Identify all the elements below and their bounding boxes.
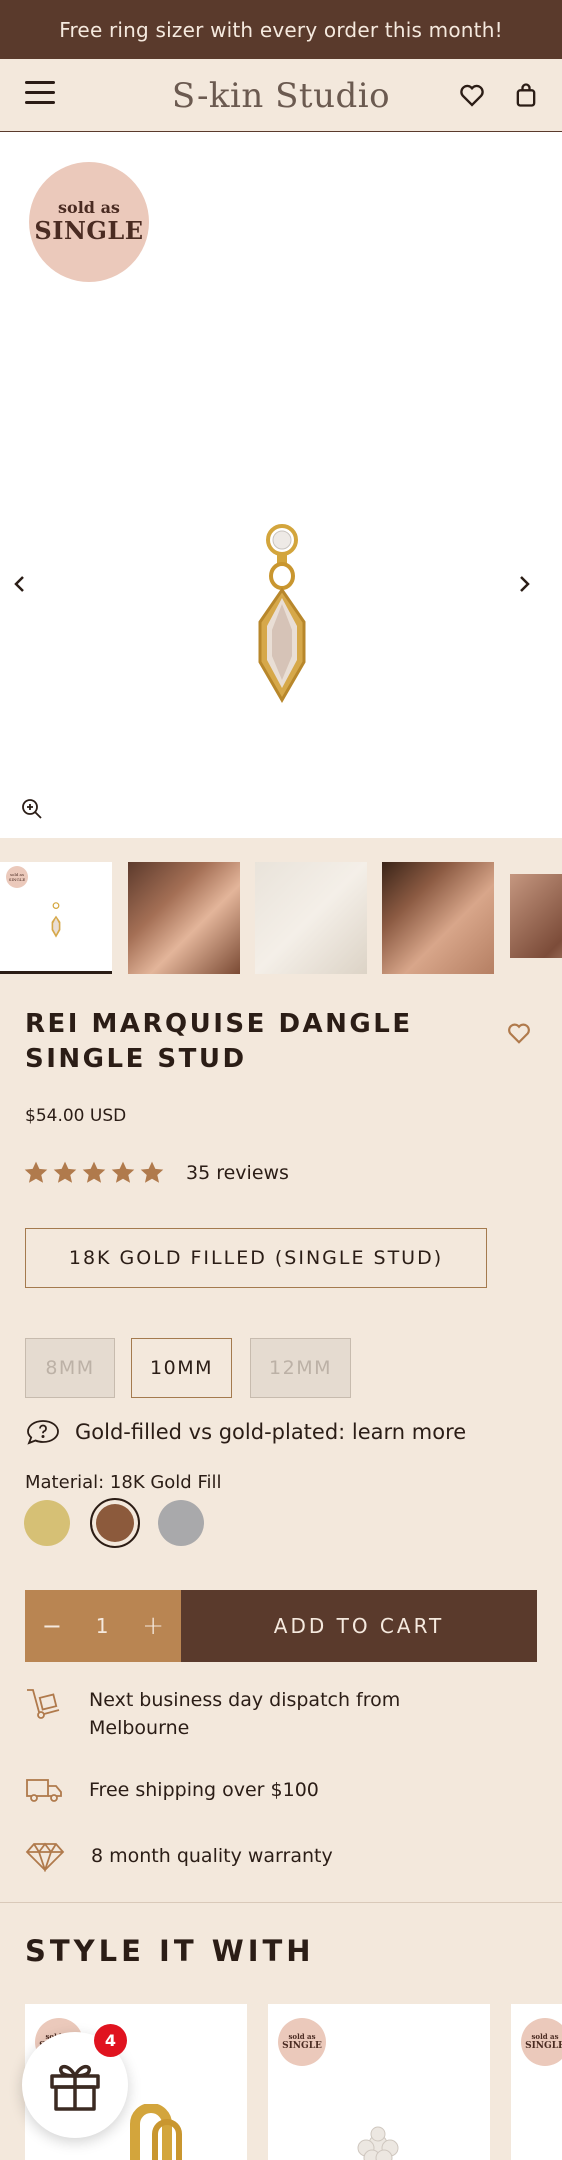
thumbnail-3[interactable] bbox=[255, 862, 367, 974]
rating-summary[interactable]: 35 reviews bbox=[23, 1160, 289, 1186]
thumb-badge: sold as SINGLE bbox=[6, 866, 28, 888]
quantity-increase-button[interactable]: + bbox=[142, 1611, 164, 1641]
thumbnail-1[interactable]: sold as SINGLE bbox=[0, 862, 112, 974]
star-icon bbox=[111, 1161, 135, 1183]
learn-more-text: Gold-filled vs gold-plated: learn more bbox=[75, 1420, 467, 1444]
recommended-product-card[interactable]: sold as SINGLE bbox=[268, 2004, 490, 2160]
bag-icon[interactable] bbox=[512, 81, 540, 109]
material-label: Material: 18K Gold Fill bbox=[25, 1472, 222, 1493]
badge-line-2: SINGLE bbox=[282, 2040, 322, 2051]
perk-dispatch-text: Next business day dispatch from Melbourn… bbox=[89, 1689, 401, 1739]
star-rating bbox=[23, 1160, 168, 1186]
star-icon bbox=[53, 1161, 77, 1183]
star-icon bbox=[24, 1161, 48, 1183]
swatch-silver[interactable] bbox=[158, 1500, 204, 1546]
sold-as-single-badge: sold as SINGLE bbox=[278, 2018, 326, 2066]
dolly-icon bbox=[27, 1689, 60, 1719]
sold-as-single-badge: sold as SINGLE bbox=[521, 2018, 562, 2066]
perk-warranty-text: 8 month quality warranty bbox=[91, 1845, 333, 1867]
chevron-left-icon[interactable] bbox=[8, 572, 32, 596]
site-header: S-kin Studio bbox=[0, 59, 562, 132]
style-it-with-heading: STYLE IT WITH bbox=[25, 1934, 315, 1968]
quantity-value[interactable]: 1 bbox=[96, 1614, 109, 1638]
thumbnail-2[interactable] bbox=[128, 862, 240, 974]
size-option-12mm[interactable]: 12MM bbox=[250, 1338, 351, 1398]
perk-shipping: Free shipping over $100 bbox=[25, 1776, 469, 1804]
product-price: $54.00 USD bbox=[25, 1106, 127, 1126]
perk-warranty: 8 month quality warranty bbox=[25, 1842, 471, 1872]
chevron-right-icon[interactable] bbox=[512, 572, 536, 596]
product-image bbox=[258, 524, 306, 703]
thumbnail-4[interactable] bbox=[382, 862, 494, 974]
thumbnail-strip: sold as SINGLE bbox=[0, 838, 562, 974]
heart-icon[interactable] bbox=[458, 81, 486, 109]
star-icon bbox=[82, 1161, 106, 1183]
announcement-bar: Free ring sizer with every order this mo… bbox=[0, 0, 562, 59]
badge-line-2: SINGLE bbox=[34, 216, 144, 245]
learn-more-link[interactable]: Gold-filled vs gold-plated: learn more bbox=[25, 1418, 466, 1446]
thumbnail-5[interactable] bbox=[510, 874, 562, 958]
section-divider bbox=[0, 1902, 562, 1903]
variant-option-selected[interactable]: 18K GOLD FILLED (SINGLE STUD) bbox=[25, 1228, 487, 1288]
announcement-text: Free ring sizer with every order this mo… bbox=[59, 17, 503, 42]
perk-dispatch: Next business day dispatch from Melbourn… bbox=[25, 1686, 469, 1742]
size-option-10mm[interactable]: 10MM bbox=[131, 1338, 232, 1398]
zoom-in-icon[interactable] bbox=[20, 797, 44, 821]
size-option-8mm[interactable]: 8MM bbox=[25, 1338, 115, 1398]
badge-line-1: sold as bbox=[288, 2031, 316, 2041]
reviews-count[interactable]: 35 reviews bbox=[186, 1162, 289, 1184]
swatch-gold[interactable] bbox=[24, 1500, 70, 1546]
swatch-rose-bronze[interactable] bbox=[90, 1498, 140, 1548]
gift-count-badge: 4 bbox=[94, 2024, 127, 2057]
quantity-decrease-button[interactable]: − bbox=[42, 1612, 62, 1640]
sold-as-single-badge: sold as SINGLE bbox=[29, 162, 149, 282]
star-icon bbox=[140, 1161, 164, 1183]
product-gallery: sold as SINGLE bbox=[0, 132, 562, 838]
perk-shipping-text: Free shipping over $100 bbox=[89, 1779, 319, 1801]
truck-icon bbox=[26, 1779, 62, 1802]
badge-line-2: SINGLE bbox=[525, 2040, 562, 2051]
badge-line-1: sold as bbox=[531, 2031, 559, 2041]
thumb-product-image bbox=[51, 902, 61, 938]
add-to-cart-button[interactable]: ADD TO CART bbox=[181, 1590, 537, 1662]
speech-question-icon bbox=[27, 1420, 59, 1445]
flower-stud-image bbox=[357, 2126, 399, 2160]
wishlist-heart-icon[interactable] bbox=[506, 1020, 532, 1046]
product-title: REI MARQUISE DANGLE SINGLE STUD bbox=[25, 1009, 413, 1074]
badge-line-1: sold as bbox=[58, 198, 120, 217]
quantity-stepper: − 1 + bbox=[25, 1590, 181, 1662]
gift-icon bbox=[50, 2064, 100, 2111]
diamond-icon bbox=[25, 1842, 65, 1872]
recommended-product-card[interactable]: sold as SINGLE bbox=[511, 2004, 562, 2160]
